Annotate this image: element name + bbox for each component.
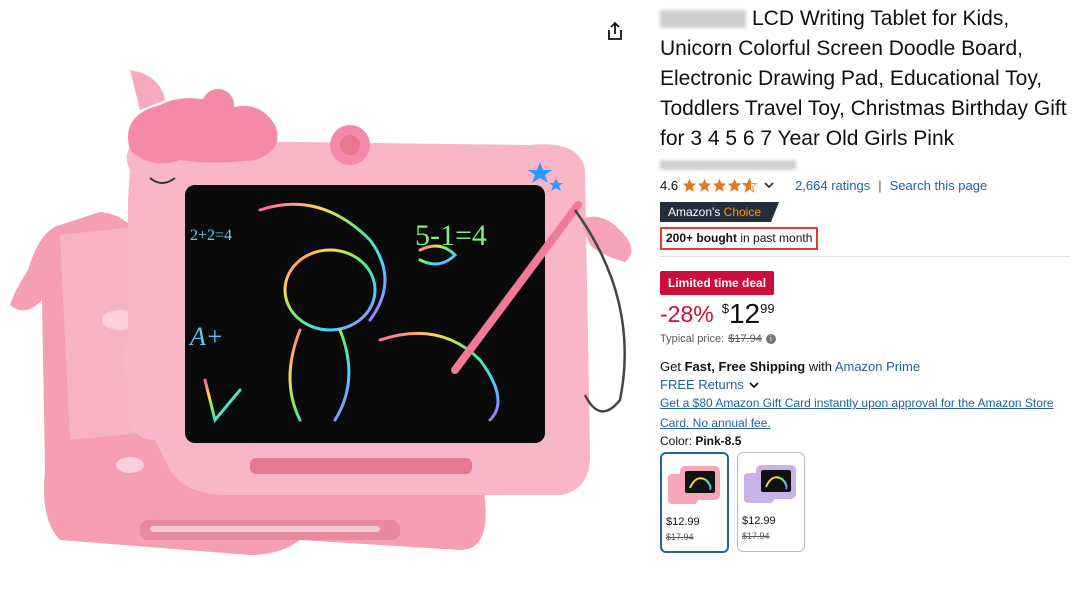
price-whole: 12 (728, 298, 761, 329)
color-value: Pink-8.5 (695, 434, 742, 448)
swatch-old-price: $17.94 (666, 532, 694, 542)
screen-math-1: 2+2=4 (190, 227, 232, 244)
typical-price-row: Typical price: $17.94 i (660, 333, 1075, 345)
color-selector-label: Color: Pink-8.5 (660, 434, 1075, 448)
shipping-mid: with (805, 359, 835, 374)
rating-row: 4.6 2,664 ratings | Search this page (660, 174, 1075, 196)
swatch-purple-thumbnail (744, 465, 796, 503)
swatch-old-price: $17.94 (742, 531, 770, 541)
star-icon (697, 178, 712, 192)
star-rating[interactable] (682, 177, 758, 193)
bought-count: 200+ bought (666, 231, 738, 245)
choice-word: Choice (723, 205, 762, 219)
rating-value: 4.6 (660, 177, 679, 193)
divider (660, 256, 1070, 257)
shipping-bold: Fast, Free Shipping (684, 359, 806, 374)
redacted-brand (660, 10, 746, 29)
price-currency: $ (721, 301, 729, 316)
gift-card-offer: Get a $80 Amazon Gift Card instantly upo… (660, 393, 1072, 433)
search-page-link[interactable]: Search this page (890, 178, 988, 193)
product-image[interactable]: 2+2=4 5-1=4 A+ (0, 0, 650, 584)
screen-letters: A+ (188, 322, 223, 351)
price: $ 12 99 (722, 299, 775, 329)
limited-time-deal-badge: Limited time deal (660, 271, 775, 295)
product-title-text: LCD Writing Tablet for Kids, Unicorn Col… (660, 7, 1067, 150)
bought-period: in past month (737, 231, 813, 245)
price-fraction: 99 (760, 301, 775, 316)
ratings-count-link[interactable]: 2,664 ratings (795, 178, 870, 193)
star-half-icon (742, 177, 758, 193)
color-label: Color: (660, 434, 696, 448)
swatch-price: $12.99 (742, 515, 776, 527)
screen-math-2: 5-1=4 (415, 219, 487, 252)
swatch-pink[interactable]: $12.99 $17.94 (660, 452, 729, 553)
product-title: LCD Writing Tablet for Kids, Unicorn Col… (660, 4, 1075, 154)
typical-price-value: $17.94 (728, 333, 762, 345)
shipping-line: Get Fast, Free Shipping with Amazon Prim… (660, 359, 1075, 374)
price-row: -28% $ 12 99 (660, 299, 1075, 331)
free-returns[interactable]: FREE Returns (660, 377, 1075, 392)
redacted-store-link[interactable] (660, 159, 796, 170)
front-tablet: 2+2=4 5-1=4 A+ (124, 70, 632, 495)
swatch-price: $12.99 (666, 516, 700, 528)
chevron-down-icon[interactable] (748, 379, 760, 391)
product-info: LCD Writing Tablet for Kids, Unicorn Col… (660, 0, 1075, 553)
typical-price-label: Typical price: (660, 333, 725, 345)
swatch-purple[interactable]: $12.99 $17.94 (737, 452, 805, 552)
amazons-choice-badge[interactable]: Amazon's Choice (660, 202, 779, 222)
share-icon[interactable] (604, 20, 626, 42)
star-icon (712, 178, 727, 192)
info-icon[interactable]: i (765, 334, 776, 344)
discount-percent: -28% (660, 301, 714, 327)
star-icon (682, 178, 697, 192)
swatch-pink-thumbnail (668, 466, 720, 504)
choice-prefix: Amazon's (668, 205, 721, 219)
shipping-prefix: Get (660, 359, 685, 374)
star-icon (727, 178, 742, 192)
chevron-down-icon[interactable] (763, 179, 775, 191)
separator: | (878, 177, 882, 193)
gift-card-offer-link[interactable]: Get a $80 Amazon Gift Card instantly upo… (660, 396, 1054, 430)
bought-in-past-month: 200+ bought in past month (660, 227, 819, 250)
free-returns-link[interactable]: FREE Returns (660, 377, 744, 392)
amazon-prime-link[interactable]: Amazon Prime (835, 359, 920, 374)
color-swatches: $12.99 $17.94 $12.99 $17.94 (660, 452, 1075, 553)
